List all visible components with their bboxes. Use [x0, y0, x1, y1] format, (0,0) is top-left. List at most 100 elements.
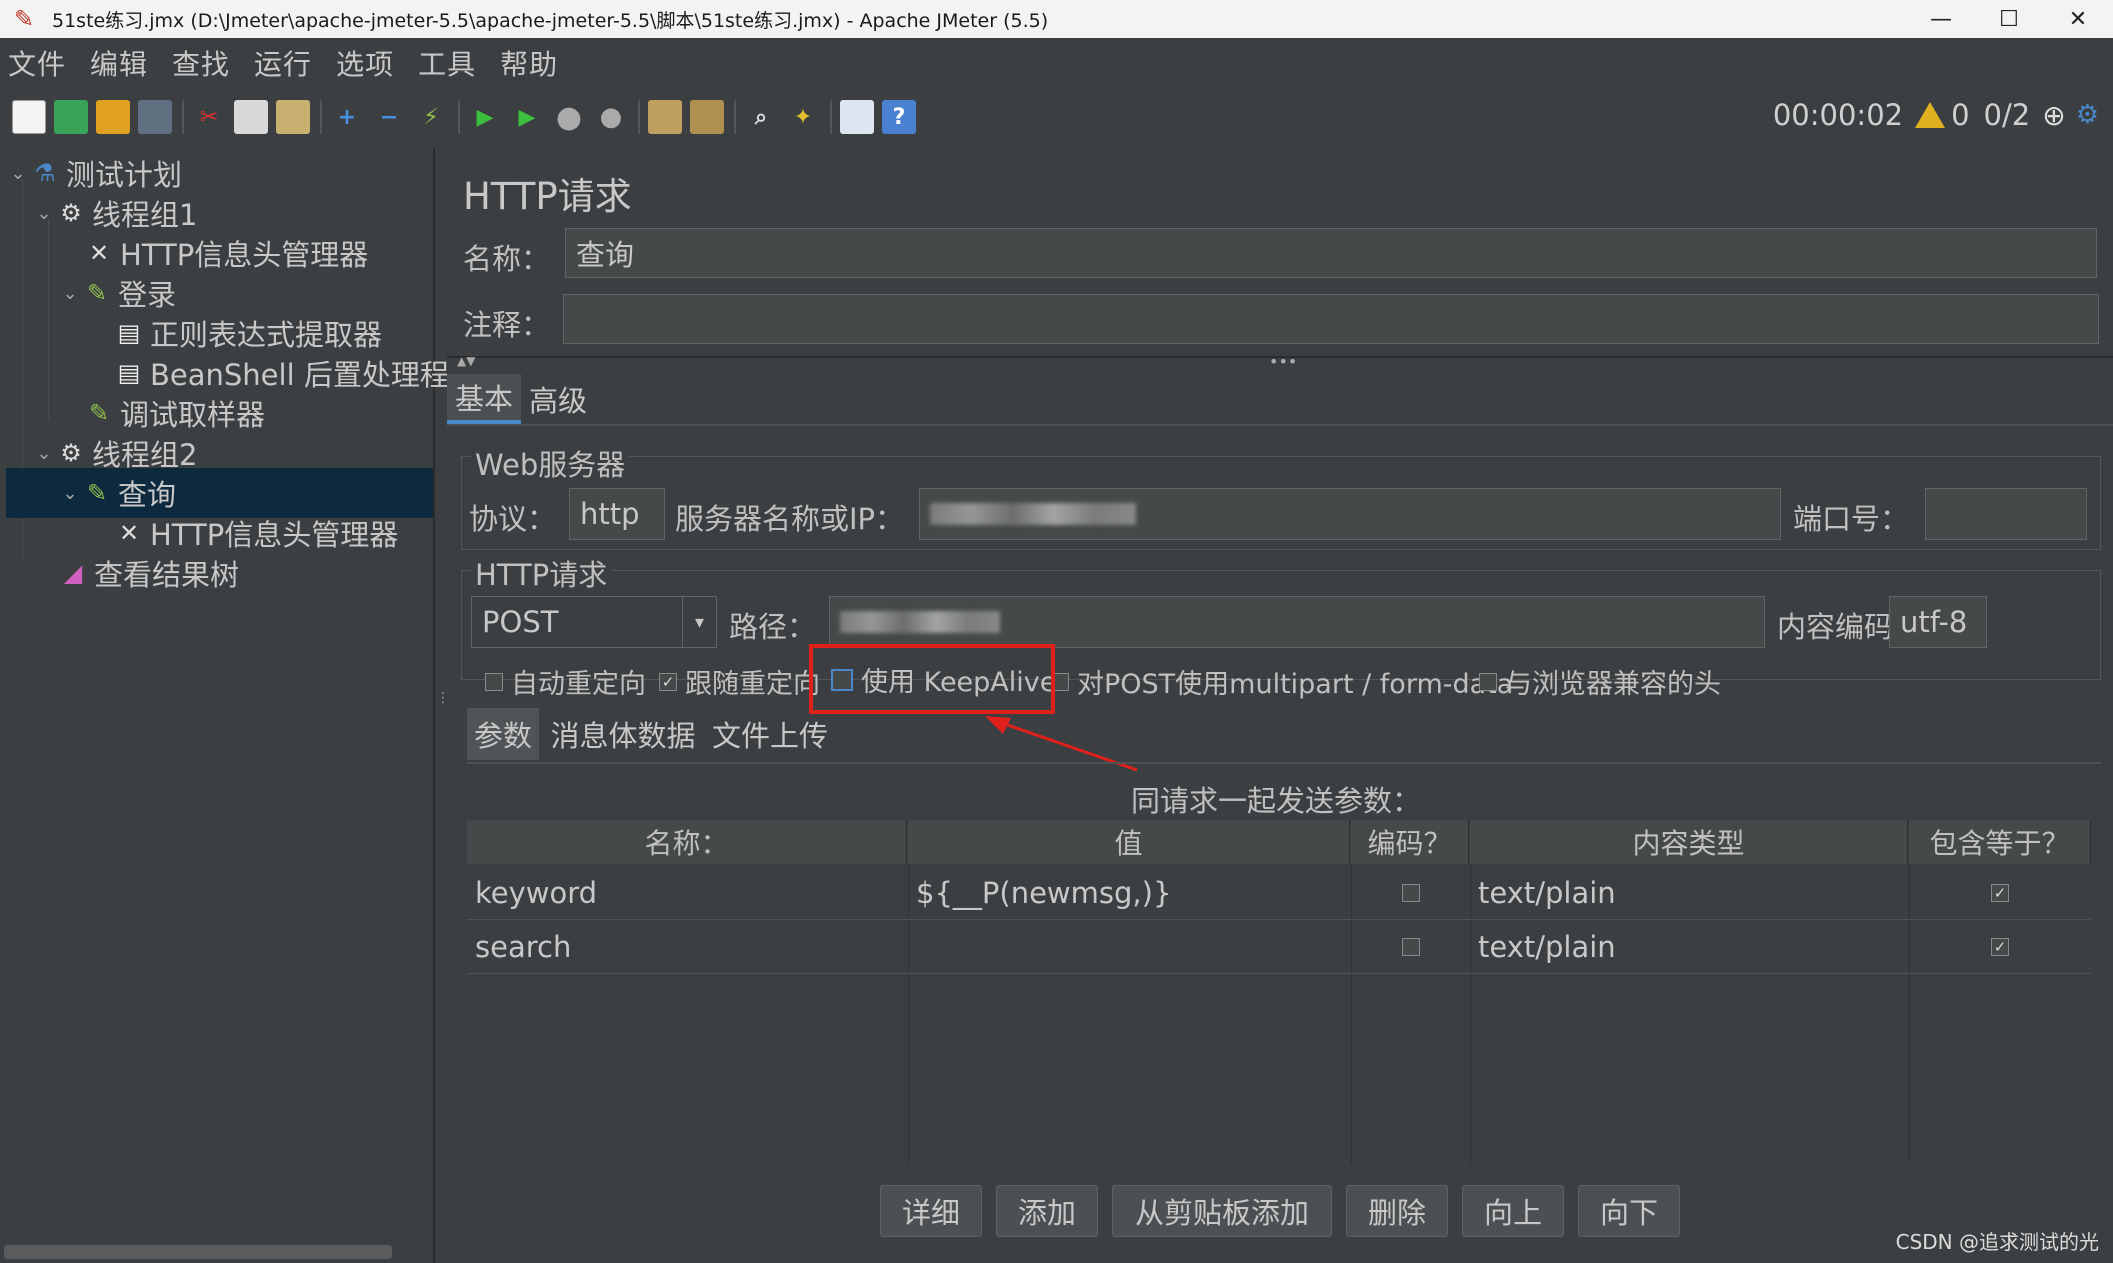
path-label: 路径：: [729, 610, 817, 644]
tab-parameters[interactable]: 参数: [467, 708, 539, 760]
chevron-down-icon[interactable]: ⌄: [58, 283, 82, 304]
document-icon: ▤: [117, 359, 141, 387]
table-row-1-include-equals[interactable]: ✓: [1909, 866, 2091, 920]
parameters-table: 名称： 值 编码？ 内容类型 包含等于？ keyword ${__P(newms…: [467, 820, 2091, 1165]
sub-tab-divider: [467, 762, 2101, 764]
detail-button[interactable]: 详细: [880, 1185, 982, 1237]
shutdown-icon[interactable]: ●: [594, 100, 628, 134]
table-row-1-content-type[interactable]: text/plain: [1470, 866, 1909, 920]
table-row-2-encode[interactable]: [1351, 920, 1470, 974]
toolbar: ✂ + − ⚡ ▶ ▶ ● ● ⌕ ✦ ? 00:00:02 0 0/2 ⊕ ⚙: [0, 90, 2113, 144]
menu-tools[interactable]: 工具: [418, 43, 476, 83]
close-button[interactable]: ✕: [2043, 0, 2113, 38]
checkbox-box[interactable]: ✓: [1991, 883, 2009, 902]
templates-icon[interactable]: [54, 100, 88, 134]
auto-redirect-checkbox[interactable]: 自动重定向: [485, 662, 646, 701]
checkbox-box[interactable]: ✓: [1991, 937, 2009, 956]
follow-redirect-checkbox[interactable]: ✓ 跟随重定向: [659, 662, 820, 701]
checkbox-box[interactable]: [1401, 937, 1420, 956]
tab-file-upload[interactable]: 文件上传: [709, 708, 831, 760]
tab-basic[interactable]: 基本: [447, 374, 521, 424]
log-viewer-icon[interactable]: ⚙: [2076, 100, 2099, 130]
open-icon[interactable]: [96, 100, 130, 134]
expand-icon[interactable]: +: [330, 100, 364, 134]
move-down-button[interactable]: 向下: [1578, 1185, 1680, 1237]
chevron-down-icon[interactable]: ⌄: [6, 163, 30, 184]
column-header-encode[interactable]: 编码？: [1351, 820, 1469, 864]
column-header-content-type[interactable]: 内容类型: [1470, 820, 1908, 864]
maximize-button[interactable]: ☐: [1974, 0, 2044, 38]
delete-button[interactable]: 删除: [1346, 1185, 1448, 1237]
status-area: 00:00:02 0 0/2 ⊕ ⚙: [1773, 98, 2099, 132]
column-header-value[interactable]: 值: [908, 820, 1350, 864]
start-no-pause-icon[interactable]: ▶: [510, 100, 544, 134]
comment-field[interactable]: [563, 294, 2099, 344]
port-field[interactable]: [1925, 488, 2087, 540]
start-icon[interactable]: ▶: [468, 100, 502, 134]
server-field[interactable]: [919, 488, 1781, 540]
browser-headers-checkbox[interactable]: 与浏览器兼容的头: [1479, 662, 1721, 701]
splitter-dots-icon[interactable]: •••: [1269, 352, 1297, 371]
table-row-1-encode[interactable]: [1351, 866, 1470, 920]
collapse-icon[interactable]: −: [372, 100, 406, 134]
method-select[interactable]: POST ▾: [471, 596, 717, 648]
minimize-button[interactable]: —: [1906, 0, 1976, 38]
column-header-name[interactable]: 名称：: [467, 820, 907, 864]
table-row-1-name[interactable]: keyword: [467, 866, 908, 920]
cut-icon[interactable]: ✂: [192, 100, 226, 134]
checkbox-box[interactable]: [485, 672, 503, 691]
add-from-clipboard-button[interactable]: 从剪贴板添加: [1112, 1185, 1332, 1237]
clear-all-icon[interactable]: [690, 100, 724, 134]
menu-file[interactable]: 文件: [8, 43, 66, 83]
path-field[interactable]: [829, 596, 1765, 648]
menu-search[interactable]: 查找: [172, 43, 230, 83]
save-icon[interactable]: [138, 100, 172, 134]
chevron-down-icon[interactable]: ▾: [682, 597, 716, 647]
chevron-down-icon[interactable]: ⌄: [32, 203, 56, 224]
table-row-1-value[interactable]: ${__P(newmsg,)}: [908, 866, 1351, 920]
tab-advanced[interactable]: 高级: [525, 374, 591, 424]
chevron-down-icon[interactable]: ⌄: [32, 443, 56, 464]
chevron-down-icon[interactable]: ⌄: [58, 483, 82, 504]
collapse-arrows-icon[interactable]: ▲▼: [457, 354, 475, 368]
menu-edit[interactable]: 编辑: [90, 43, 148, 83]
checkbox-box[interactable]: [1479, 672, 1497, 691]
column-header-include-equals[interactable]: 包含等于？: [1909, 820, 2091, 864]
multipart-checkbox[interactable]: 对POST使用multipart / form-data: [1051, 662, 1513, 701]
warning-icon[interactable]: [1915, 102, 1946, 128]
pen-icon: ✎: [86, 479, 108, 507]
help-icon[interactable]: ?: [882, 100, 916, 134]
annotation-arrow: [985, 716, 1138, 772]
protocol-field[interactable]: http: [569, 488, 665, 540]
function-helper-icon[interactable]: [840, 100, 874, 134]
stop-icon[interactable]: ●: [552, 100, 586, 135]
checkbox-box[interactable]: ✓: [659, 672, 677, 691]
menu-options[interactable]: 选项: [336, 43, 394, 83]
table-row-2-name[interactable]: search: [467, 920, 908, 974]
search-binoculars-icon[interactable]: ⌕: [744, 100, 778, 134]
tree-node-result-tree[interactable]: ◢ 查看结果树: [58, 548, 239, 598]
splitter-handle[interactable]: ⋮: [436, 690, 450, 710]
table-row-2-value[interactable]: [908, 920, 1351, 974]
new-icon[interactable]: [12, 100, 46, 134]
add-button[interactable]: 添加: [996, 1185, 1098, 1237]
table-row-2-content-type[interactable]: text/plain: [1470, 920, 1909, 974]
checkbox-box[interactable]: [1401, 883, 1420, 902]
table-row-2-include-equals[interactable]: ✓: [1909, 920, 2091, 974]
tab-divider: [447, 424, 2113, 426]
tab-body-data[interactable]: 消息体数据: [547, 708, 699, 760]
name-field[interactable]: 查询: [565, 228, 2097, 278]
remote-icon[interactable]: ⊕: [2042, 99, 2065, 132]
document-icon: ▤: [117, 319, 141, 347]
reset-search-icon[interactable]: ✦: [786, 100, 820, 134]
menu-run[interactable]: 运行: [254, 43, 312, 83]
move-up-button[interactable]: 向上: [1462, 1185, 1564, 1237]
encoding-field[interactable]: utf-8: [1889, 596, 1987, 648]
tree-horizontal-scrollbar[interactable]: [4, 1245, 392, 1259]
toggle-icon[interactable]: ⚡: [414, 100, 448, 134]
paste-icon[interactable]: [276, 100, 310, 134]
menu-help[interactable]: 帮助: [500, 43, 558, 83]
clear-icon[interactable]: [648, 100, 682, 134]
copy-icon[interactable]: [234, 100, 268, 134]
params-caption: 同请求一起发送参数：: [1131, 784, 1422, 818]
